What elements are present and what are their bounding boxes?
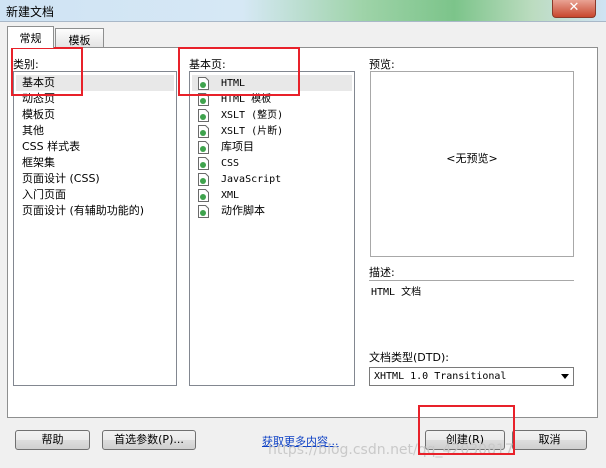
document-icon — [198, 204, 209, 218]
category-item-template-page[interactable]: 模板页 — [22, 107, 55, 123]
chevron-down-icon — [561, 374, 569, 379]
page-type-item[interactable]: 动作脚本 — [198, 203, 265, 219]
category-list[interactable]: 基本页 动态页 模板页 其他 CSS 样式表 框架集 页面设计 (CSS) 入门… — [13, 71, 177, 386]
category-label: 类别: — [13, 58, 39, 71]
tab-general-label: 常规 — [19, 32, 42, 45]
category-item-page-design-accessible[interactable]: 页面设计 (有辅助功能的) — [22, 203, 144, 219]
page-type-item[interactable]: JavaScript — [198, 171, 281, 187]
basic-page-label: 基本页: — [189, 58, 226, 71]
document-icon — [198, 124, 209, 138]
preview-label: 预览: — [369, 58, 395, 71]
doctype-select[interactable]: XHTML 1.0 Transitional — [369, 367, 574, 386]
page-type-item[interactable]: CSS — [198, 155, 239, 171]
description-text: HTML 文档 — [371, 287, 422, 298]
doctype-label: 文档类型(DTD): — [369, 351, 449, 364]
document-icon — [198, 108, 209, 122]
page-type-label: XML — [221, 190, 240, 201]
page-type-label: HTML — [221, 78, 246, 89]
help-button[interactable]: 帮助 — [15, 430, 90, 450]
document-icon — [198, 140, 209, 154]
doctype-value: XHTML 1.0 Transitional — [374, 371, 507, 382]
page-type-item[interactable]: XSLT (片断) — [198, 123, 283, 139]
window-title: 新建文档 — [6, 5, 55, 19]
preview-placeholder: <无预览> — [446, 152, 498, 165]
cancel-button[interactable]: 取消 — [512, 430, 587, 450]
page-type-item[interactable]: HTML — [192, 75, 352, 91]
title-bar[interactable]: 新建文档 ✕ — [0, 0, 606, 22]
document-icon — [198, 76, 209, 90]
tab-template-label: 模板 — [68, 34, 91, 47]
page-type-item[interactable]: 库项目 — [198, 139, 254, 155]
document-icon — [198, 156, 209, 170]
close-icon: ✕ — [568, 0, 580, 15]
category-item-basic-page[interactable]: 基本页 — [16, 75, 174, 91]
page-type-label: HTML 模板 — [221, 94, 272, 105]
close-button[interactable]: ✕ — [552, 0, 596, 18]
page-type-item[interactable]: HTML 模板 — [198, 91, 271, 107]
page-type-item[interactable]: XML — [198, 187, 239, 203]
tab-template[interactable]: 模板 — [55, 28, 104, 48]
page-type-label: JavaScript — [221, 174, 282, 185]
page-type-label: XSLT (整页) — [221, 110, 284, 121]
category-item-dynamic-page[interactable]: 动态页 — [22, 91, 55, 107]
page-type-label: 库项目 — [221, 140, 254, 153]
basic-page-list[interactable]: HTML HTML 模板 XSLT (整页) XSLT (片断) 库项目 CSS… — [189, 71, 355, 386]
tab-general[interactable]: 常规 — [7, 26, 54, 48]
category-item-page-design-css[interactable]: 页面设计 (CSS) — [22, 171, 100, 187]
page-type-label: CSS — [221, 158, 240, 169]
document-icon — [198, 188, 209, 202]
description-box: HTML 文档 — [369, 280, 574, 340]
page-type-item[interactable]: XSLT (整页) — [198, 107, 283, 123]
preview-box: <无预览> — [370, 71, 574, 257]
document-icon — [198, 172, 209, 186]
preferences-button[interactable]: 首选参数(P)... — [102, 430, 196, 450]
watermark: https://blog.csdn.net/qq_42030817 — [268, 442, 514, 458]
description-label: 描述: — [369, 266, 395, 279]
category-item-frameset[interactable]: 框架集 — [22, 155, 55, 171]
document-icon — [198, 92, 209, 106]
category-item-other[interactable]: 其他 — [22, 123, 44, 139]
page-type-label: 动作脚本 — [221, 204, 265, 217]
category-item-css-stylesheet[interactable]: CSS 样式表 — [22, 139, 80, 155]
category-item-starter-page[interactable]: 入门页面 — [22, 187, 66, 203]
page-type-label: XSLT (片断) — [221, 126, 284, 137]
